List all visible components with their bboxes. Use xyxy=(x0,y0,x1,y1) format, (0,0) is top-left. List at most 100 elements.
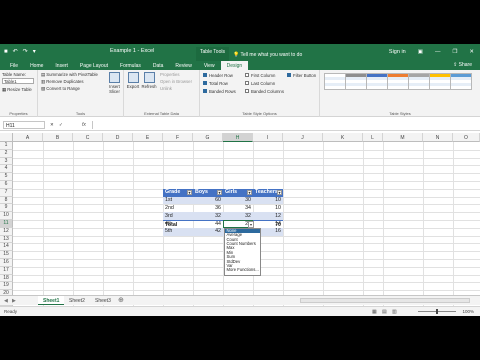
external-properties-button[interactable]: Properties xyxy=(160,72,180,77)
row-header-13[interactable]: 13 xyxy=(0,235,13,244)
table-cell[interactable]: 34 xyxy=(223,204,253,212)
row-header-14[interactable]: 14 xyxy=(0,243,13,252)
sheet-tab-sheet3[interactable]: Sheet3 xyxy=(90,296,116,305)
tell-me-box[interactable]: 💡 Tell me what you want to do xyxy=(233,52,302,58)
table-header-cell[interactable]: Teachers ▾ xyxy=(253,188,283,197)
table-style-swatch[interactable] xyxy=(366,73,388,90)
table-cell[interactable]: 36 xyxy=(193,204,223,212)
formula-enter-icon[interactable]: ✓ xyxy=(59,122,63,128)
row-header-9[interactable]: 9 xyxy=(0,204,13,213)
checkbox-icon[interactable] xyxy=(203,89,207,94)
redo-icon[interactable]: ↷ xyxy=(23,49,28,55)
row-header-3[interactable]: 3 xyxy=(0,157,13,166)
share-button[interactable]: ⇪ Share xyxy=(453,62,472,68)
zoom-level[interactable]: 100% xyxy=(462,309,474,314)
maximize-icon[interactable]: ❐ xyxy=(452,49,457,55)
table-style-swatch[interactable] xyxy=(324,73,346,90)
row-header-5[interactable]: 5 xyxy=(0,173,13,181)
row-header-19[interactable]: 19 xyxy=(0,282,13,291)
total-function-dropdown-icon[interactable]: ▾ xyxy=(248,220,254,228)
column-header-c[interactable]: C xyxy=(73,133,103,142)
select-all-corner[interactable] xyxy=(0,133,13,142)
minimize-icon[interactable]: — xyxy=(435,49,441,55)
checkbox-icon[interactable] xyxy=(287,73,291,78)
worksheet-grid[interactable]: A B C D E F G H I J K L M N O 1 2 3 4 5 6 7 8 9 10 11 12 13 14 15 16 17… xyxy=(0,133,480,316)
row-header-17[interactable]: 17 xyxy=(0,266,13,275)
customize-qat-icon[interactable]: ▾ xyxy=(33,49,36,55)
tab-view[interactable]: View xyxy=(198,61,221,70)
export-button[interactable]: Export xyxy=(126,72,140,89)
column-header-e[interactable]: E xyxy=(133,133,163,142)
summarize-pivot-button[interactable]: ▤ Summarize with PivotTable xyxy=(41,72,98,78)
total-row-value[interactable]: 70 xyxy=(253,220,283,228)
sheet-scroll-left-icon[interactable]: ◀ xyxy=(4,298,8,304)
sheet-scroll-right-icon[interactable]: ▶ xyxy=(12,298,16,304)
option-filter-button[interactable]: Filter Button xyxy=(287,73,316,78)
table-cell[interactable]: 32 xyxy=(193,212,223,220)
column-header-o[interactable]: O xyxy=(453,133,480,142)
filter-dropdown-icon[interactable]: ▾ xyxy=(187,189,192,195)
save-icon[interactable]: ■ xyxy=(4,49,8,55)
tab-file[interactable]: File xyxy=(4,61,24,70)
undo-icon[interactable]: ↶ xyxy=(13,49,18,55)
column-header-m[interactable]: M xyxy=(383,133,423,142)
option-last-column[interactable]: Last Column xyxy=(245,81,275,86)
table-cell[interactable]: 42 xyxy=(193,227,223,236)
row-header-12[interactable]: 12 xyxy=(0,227,13,236)
table-cell[interactable]: 30 xyxy=(223,196,253,205)
column-header-l[interactable]: L xyxy=(363,133,383,142)
table-cell[interactable]: 32 xyxy=(223,212,253,220)
column-header-j[interactable]: J xyxy=(283,133,323,142)
zoom-slider-thumb[interactable] xyxy=(436,309,438,314)
tab-insert[interactable]: Insert xyxy=(49,61,74,70)
row-header-2[interactable]: 2 xyxy=(0,149,13,158)
table-cell[interactable]: 5th xyxy=(163,227,193,236)
row-header-15[interactable]: 15 xyxy=(0,251,13,259)
insert-function-icon[interactable]: fx xyxy=(82,122,86,128)
column-header-g[interactable]: G xyxy=(193,133,223,142)
convert-to-range-button[interactable]: ▧ Convert to Range xyxy=(41,86,80,92)
row-header-8[interactable]: 8 xyxy=(0,196,13,205)
insert-slicer-button[interactable]: Insert Slicer xyxy=(106,72,123,94)
new-sheet-icon[interactable]: ⊕ xyxy=(118,296,124,304)
checkbox-icon[interactable] xyxy=(203,73,207,78)
checkbox-icon[interactable] xyxy=(245,81,249,86)
remove-duplicates-button[interactable]: ▥ Remove Duplicates xyxy=(41,79,84,85)
sheet-tab-sheet1[interactable]: Sheet1 xyxy=(38,296,65,305)
column-header-a[interactable]: A xyxy=(13,133,43,142)
column-header-k[interactable]: K xyxy=(323,133,363,142)
option-header-row[interactable]: Header Row xyxy=(203,73,233,78)
filter-dropdown-icon[interactable]: ▾ xyxy=(277,189,282,195)
row-header-6[interactable]: 6 xyxy=(0,181,13,189)
table-cell[interactable]: 12 xyxy=(253,212,283,220)
row-header-10[interactable]: 10 xyxy=(0,212,13,220)
close-icon[interactable]: ✕ xyxy=(469,49,474,55)
column-header-f[interactable]: F xyxy=(163,133,193,142)
formula-cancel-icon[interactable]: ✕ xyxy=(50,122,54,128)
option-banded-columns[interactable]: Banded Columns xyxy=(245,89,284,94)
page-layout-view-icon[interactable]: ▤ xyxy=(382,309,387,315)
refresh-button[interactable]: Refresh xyxy=(141,72,157,89)
row-header-7[interactable]: 7 xyxy=(0,188,13,197)
column-header-h[interactable]: H xyxy=(223,133,253,142)
unlink-button[interactable]: Unlink xyxy=(160,86,172,91)
table-header-cell[interactable]: Girls ▾ xyxy=(223,188,253,197)
row-header-16[interactable]: 16 xyxy=(0,259,13,267)
formula-input[interactable] xyxy=(92,121,476,129)
column-header-i[interactable]: I xyxy=(253,133,283,142)
column-header-d[interactable]: D xyxy=(103,133,133,142)
horizontal-scrollbar[interactable] xyxy=(300,298,470,303)
option-banded-rows[interactable]: Banded Rows xyxy=(203,89,236,94)
ribbon-display-icon[interactable]: ▣ xyxy=(418,49,423,55)
checkbox-icon[interactable] xyxy=(203,81,207,86)
tab-review[interactable]: Review xyxy=(169,61,197,70)
table-header-cell[interactable]: Grade ▾ xyxy=(163,188,193,197)
tab-home[interactable]: Home xyxy=(24,61,49,70)
row-header-1[interactable]: 1 xyxy=(0,142,13,150)
total-row-label[interactable]: Total xyxy=(163,220,193,228)
tab-page-layout[interactable]: Page Layout xyxy=(74,61,114,70)
normal-view-icon[interactable]: ▦ xyxy=(372,309,377,315)
option-total-row[interactable]: Total Row xyxy=(203,81,228,86)
name-box[interactable]: H11 xyxy=(3,121,45,129)
table-cell[interactable]: 2nd xyxy=(163,204,193,212)
